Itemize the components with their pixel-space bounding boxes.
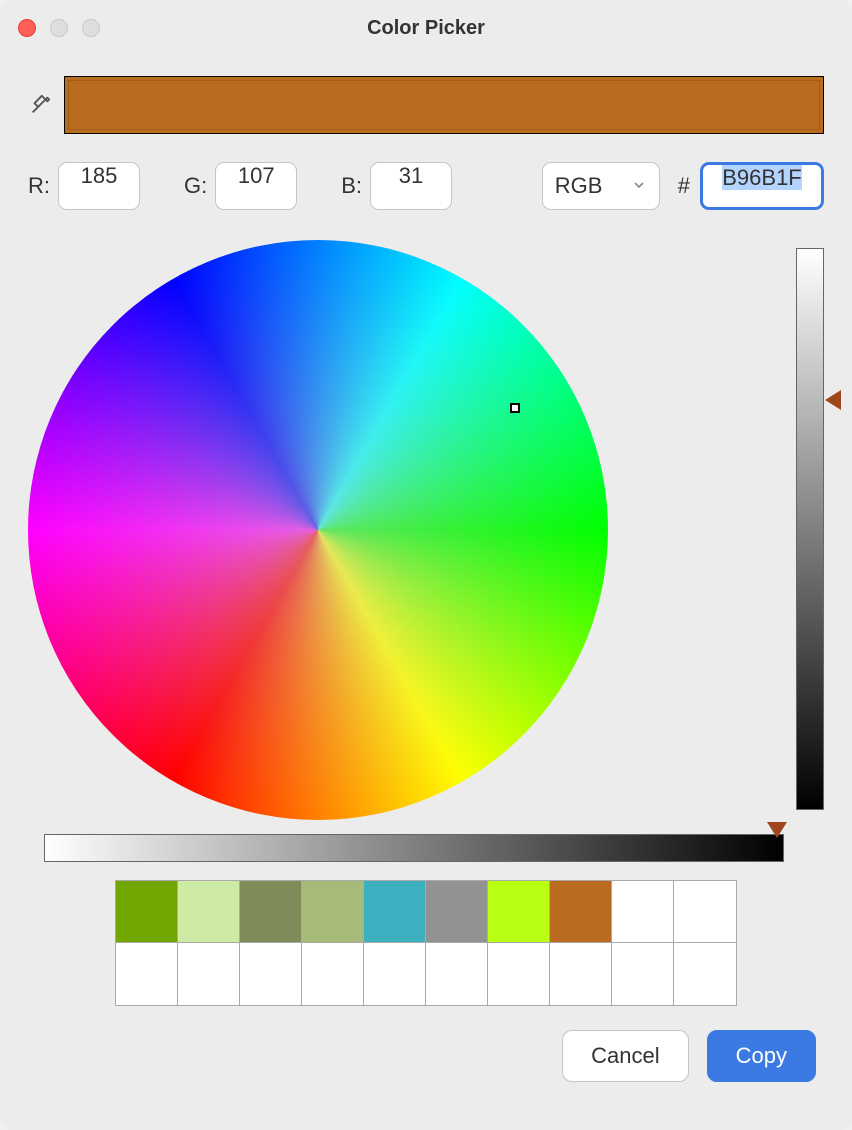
horizontal-marker[interactable] — [767, 822, 787, 838]
color-wheel-wrap — [28, 240, 608, 820]
picker-area — [28, 240, 824, 820]
format-select[interactable]: RGB — [542, 162, 660, 210]
swatch-13[interactable] — [302, 943, 364, 1005]
hex-input[interactable]: B96B1F — [700, 162, 824, 210]
swatch-9[interactable] — [674, 881, 736, 943]
swatch-11[interactable] — [178, 943, 240, 1005]
r-label: R: — [28, 173, 50, 199]
titlebar: Color Picker — [0, 0, 852, 56]
swatch-10[interactable] — [116, 943, 178, 1005]
b-label: B: — [341, 173, 362, 199]
swatch-4[interactable] — [364, 881, 426, 943]
swatch-15[interactable] — [426, 943, 488, 1005]
maximize-icon[interactable] — [82, 19, 100, 37]
swatch-5[interactable] — [426, 881, 488, 943]
eyedropper-icon[interactable] — [28, 93, 52, 117]
wheel-cursor[interactable] — [510, 403, 520, 413]
swatch-16[interactable] — [488, 943, 550, 1005]
horizontal-slider[interactable] — [44, 834, 784, 862]
rgb-inputs-row: R: 185 G: 107 B: 31 RGB # B96B1F — [28, 162, 824, 210]
horizontal-slider-wrap — [28, 834, 824, 862]
g-label: G: — [184, 173, 207, 199]
swatch-6[interactable] — [488, 881, 550, 943]
swatch-17[interactable] — [550, 943, 612, 1005]
hash-label: # — [678, 173, 690, 199]
window-title: Color Picker — [18, 17, 834, 40]
swatch-19[interactable] — [674, 943, 736, 1005]
r-input[interactable]: 185 — [58, 162, 140, 210]
cancel-button[interactable]: Cancel — [562, 1030, 688, 1082]
color-preview — [64, 76, 824, 134]
preview-row — [28, 76, 824, 134]
color-picker-window: Color Picker R: 185 G: 107 B: — [0, 0, 852, 1130]
button-row: Cancel Copy — [28, 1030, 824, 1082]
g-input[interactable]: 107 — [215, 162, 297, 210]
format-value: RGB — [555, 173, 603, 199]
minimize-icon[interactable] — [50, 19, 68, 37]
traffic-lights — [18, 19, 100, 37]
swatch-0[interactable] — [116, 881, 178, 943]
color-wheel[interactable] — [28, 240, 608, 820]
b-input[interactable]: 31 — [370, 162, 452, 210]
swatch-1[interactable] — [178, 881, 240, 943]
swatch-18[interactable] — [612, 943, 674, 1005]
swatch-12[interactable] — [240, 943, 302, 1005]
brightness-marker[interactable] — [825, 390, 841, 410]
swatch-3[interactable] — [302, 881, 364, 943]
swatch-7[interactable] — [550, 881, 612, 943]
content-area: R: 185 G: 107 B: 31 RGB # B96B1F — [0, 56, 852, 1130]
swatch-2[interactable] — [240, 881, 302, 943]
swatch-grid — [115, 880, 737, 1006]
brightness-slider[interactable] — [796, 248, 824, 810]
swatch-14[interactable] — [364, 943, 426, 1005]
chevron-down-icon — [631, 173, 647, 199]
swatch-8[interactable] — [612, 881, 674, 943]
copy-button[interactable]: Copy — [707, 1030, 816, 1082]
close-icon[interactable] — [18, 19, 36, 37]
